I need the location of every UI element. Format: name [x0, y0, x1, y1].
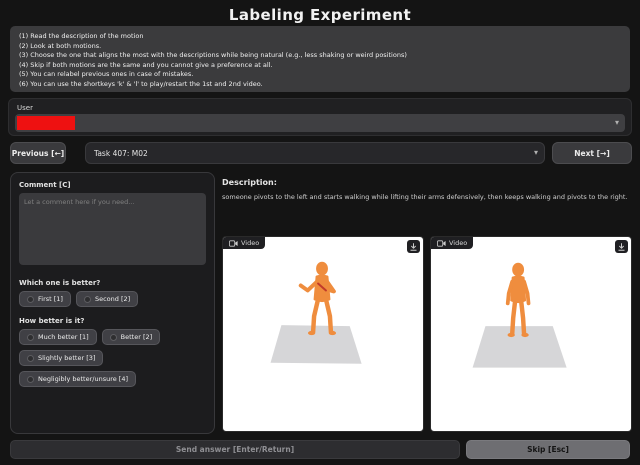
radio-second[interactable]: Second [2]: [76, 291, 138, 307]
radio-better[interactable]: Better [2]: [102, 329, 161, 345]
labeling-experiment-app: Labeling Experiment (1) Read the descrip…: [0, 0, 640, 465]
radio-circle-icon: [27, 296, 34, 303]
send-answer-button[interactable]: Send answer [Enter/Return]: [10, 440, 460, 459]
floor-plane: [473, 326, 567, 368]
video-label: Video: [241, 239, 259, 247]
motion-scene-2: [431, 237, 631, 431]
comment-label: Comment [C]: [19, 181, 206, 189]
next-button[interactable]: Next [→]: [552, 142, 632, 164]
radio-label: Slightly better [3]: [38, 354, 95, 362]
chevron-down-icon: ▾: [534, 148, 538, 157]
radio-circle-icon: [84, 296, 91, 303]
instruction-line: (6) You can use the shortkeys 'k' & 'l' …: [19, 80, 621, 90]
radio-circle-icon: [27, 334, 34, 341]
page-title: Labeling Experiment: [0, 6, 640, 24]
instruction-line: (5) You can relabel previous ones in cas…: [19, 70, 621, 80]
instruction-line: (2) Look at both motions.: [19, 42, 621, 52]
task-dropdown[interactable]: Task 407: M02 ▾: [85, 142, 545, 164]
human-figure-defensive: [301, 262, 336, 334]
previous-button[interactable]: Previous [←]: [10, 142, 66, 164]
which-better-options: First [1] Second [2]: [19, 291, 206, 307]
motion-scene-1: [223, 237, 423, 431]
human-figure-standing: [508, 263, 529, 336]
answer-panel: Comment [C] Which one is better? First […: [10, 172, 215, 434]
radio-circle-icon: [27, 376, 34, 383]
user-dropdown[interactable]: ▾: [15, 114, 625, 132]
how-better-options: Much better [1] Better [2] Slightly bett…: [19, 329, 206, 387]
radio-circle-icon: [110, 334, 117, 341]
radio-label: First [1]: [38, 295, 63, 303]
download-button[interactable]: [615, 240, 628, 253]
video-camera-icon: [437, 240, 446, 247]
video-camera-icon: [229, 240, 238, 247]
radio-much-better[interactable]: Much better [1]: [19, 329, 97, 345]
radio-circle-icon: [27, 355, 34, 362]
task-dropdown-value: Task 407: M02: [94, 149, 148, 158]
description-text: someone pivots to the left and starts wa…: [222, 193, 628, 203]
video-player-1[interactable]: Video: [222, 236, 424, 432]
radio-label: Better [2]: [121, 333, 153, 341]
radio-label: Second [2]: [95, 295, 130, 303]
radio-label: Negligibly better/unsure [4]: [38, 375, 128, 383]
video-2-header: Video: [431, 237, 473, 249]
download-button[interactable]: [407, 240, 420, 253]
radio-slightly-better[interactable]: Slightly better [3]: [19, 350, 103, 366]
download-icon: [410, 243, 417, 251]
instruction-line: (3) Choose the one that aligns the most …: [19, 51, 621, 61]
video-1-header: Video: [223, 237, 265, 249]
comment-input[interactable]: [19, 193, 206, 265]
radio-negligibly-better[interactable]: Negligibly better/unsure [4]: [19, 371, 136, 387]
radio-label: Much better [1]: [38, 333, 89, 341]
skip-button[interactable]: Skip [Esc]: [466, 440, 630, 459]
which-better-label: Which one is better?: [19, 279, 206, 287]
video-player-2[interactable]: Video: [430, 236, 632, 432]
floor-plane: [271, 325, 362, 364]
download-icon: [618, 243, 625, 251]
instruction-line: (1) Read the description of the motion: [19, 32, 621, 42]
radio-first[interactable]: First [1]: [19, 291, 71, 307]
how-better-label: How better is it?: [19, 317, 206, 325]
instructions-panel: (1) Read the description of the motion (…: [10, 26, 630, 92]
user-panel: User ▾: [8, 98, 632, 136]
user-label: User: [17, 104, 33, 112]
video-label: Video: [449, 239, 467, 247]
instruction-line: (4) Skip if both motions are the same an…: [19, 61, 621, 71]
chevron-down-icon: ▾: [615, 118, 619, 127]
user-value-redacted: [17, 116, 75, 130]
description-label: Description:: [222, 178, 277, 187]
